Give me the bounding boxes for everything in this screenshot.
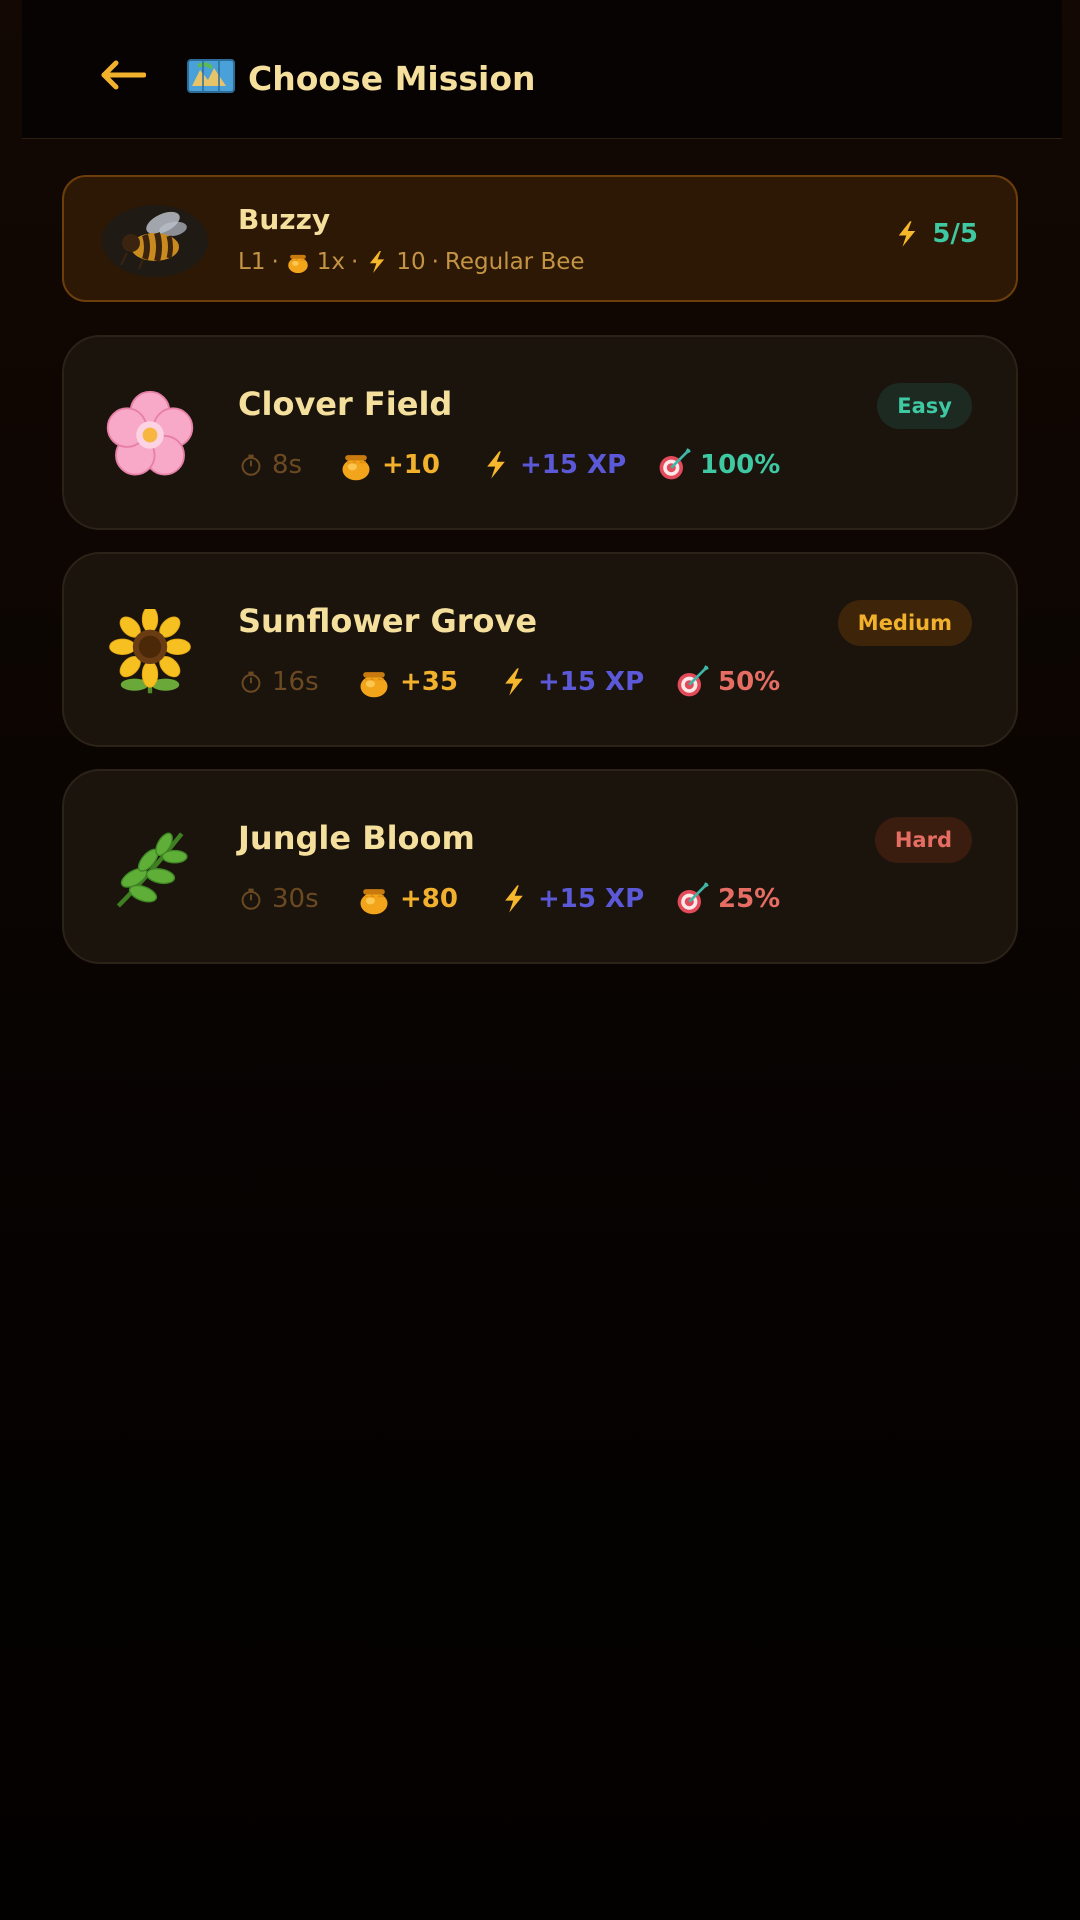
- mission-card-jungle-bloom[interactable]: Jungle Bloom Hard 30s +80 +15 XP 25%: [62, 769, 1018, 964]
- success-rate-stat: 25%: [674, 881, 780, 917]
- page-title-group: Choose Mission: [186, 50, 535, 106]
- bee-type: Regular Bee: [444, 249, 585, 275]
- timer-icon: [238, 886, 264, 912]
- difficulty-badge: Easy: [877, 383, 972, 429]
- bee-stats: L1 · 1x · 10 · Regular Bee: [238, 249, 585, 275]
- duration-stat: 16s: [238, 667, 356, 697]
- duration-value: 16s: [272, 667, 319, 697]
- mission-name: Jungle Bloom: [238, 819, 475, 857]
- target-icon: [656, 447, 692, 483]
- success-rate-stat: 100%: [656, 447, 780, 483]
- xp-reward-stat: +15 XP: [498, 883, 674, 915]
- honey-reward-stat: +80: [356, 881, 498, 917]
- energy-value: 5/5: [932, 219, 978, 249]
- lightning-icon: [498, 666, 530, 698]
- arrow-left-icon: [100, 60, 147, 94]
- success-rate-value: 50%: [718, 667, 781, 697]
- bee-name: Buzzy: [238, 203, 331, 236]
- honey-reward-stat: +10: [338, 447, 480, 483]
- honey-pot-icon: [356, 881, 392, 917]
- separator: ·: [351, 249, 359, 275]
- honey-reward-stat: +35: [356, 664, 498, 700]
- xp-reward-value: +15 XP: [538, 667, 645, 697]
- page-title: Choose Mission: [248, 58, 536, 98]
- duration-value: 8s: [272, 450, 303, 480]
- target-icon: [674, 664, 710, 700]
- herb-icon: [102, 821, 198, 917]
- success-rate-stat: 50%: [674, 664, 780, 700]
- honey-pot-icon: [338, 447, 374, 483]
- map-icon: [186, 56, 236, 100]
- xp-reward-stat: +15 XP: [498, 666, 674, 698]
- lightning-icon: [364, 249, 390, 275]
- mission-name: Sunflower Grove: [238, 602, 538, 640]
- duration-stat: 30s: [238, 884, 356, 914]
- honey-reward-value: +80: [400, 884, 458, 914]
- honey-pot-icon: [285, 249, 311, 275]
- honey-reward-value: +35: [400, 667, 458, 697]
- lightning-icon: [480, 449, 512, 481]
- sunflower-icon: [102, 604, 198, 700]
- mission-card-sunflower-grove[interactable]: Sunflower Grove Medium 16s +35 +15 XP 50…: [62, 552, 1018, 747]
- mission-card-clover-field[interactable]: Clover Field Easy 8s +10 +15 XP 100%: [62, 335, 1018, 530]
- separator: ·: [271, 249, 279, 275]
- xp-reward-value: +15 XP: [520, 450, 627, 480]
- energy-indicator: 5/5: [892, 219, 978, 249]
- bee-avatar: [102, 205, 208, 277]
- mission-stats: 16s +35 +15 XP 50%: [238, 664, 780, 700]
- timer-icon: [238, 452, 264, 478]
- cherry-blossom-icon: [102, 387, 198, 483]
- bee-icon: [120, 211, 187, 270]
- xp-reward-value: +15 XP: [538, 884, 645, 914]
- lightning-icon: [892, 219, 922, 249]
- difficulty-badge: Hard: [874, 817, 972, 863]
- duration-stat: 8s: [238, 450, 338, 480]
- mission-stats: 30s +80 +15 XP 25%: [238, 881, 780, 917]
- lightning-icon: [498, 883, 530, 915]
- timer-icon: [238, 669, 264, 695]
- honey-pot-icon: [356, 664, 392, 700]
- duration-value: 30s: [272, 884, 319, 914]
- success-rate-value: 25%: [718, 884, 781, 914]
- bee-energy-cost: 10: [396, 249, 426, 275]
- separator: ·: [431, 249, 439, 275]
- mission-stats: 8s +10 +15 XP 100%: [238, 447, 780, 483]
- difficulty-badge: Medium: [837, 600, 972, 646]
- mission-name: Clover Field: [238, 385, 453, 423]
- honey-reward-value: +10: [382, 450, 440, 480]
- target-icon: [674, 881, 710, 917]
- xp-reward-stat: +15 XP: [480, 449, 656, 481]
- selected-bee-card[interactable]: Buzzy L1 · 1x · 10 · Regular Bee 5/5: [62, 175, 1018, 302]
- success-rate-value: 100%: [700, 450, 781, 480]
- bee-level: L1: [238, 249, 266, 275]
- back-button[interactable]: [98, 52, 148, 102]
- bee-honey-multiplier: 1x: [316, 249, 346, 275]
- header: Choose Mission: [22, 0, 1062, 139]
